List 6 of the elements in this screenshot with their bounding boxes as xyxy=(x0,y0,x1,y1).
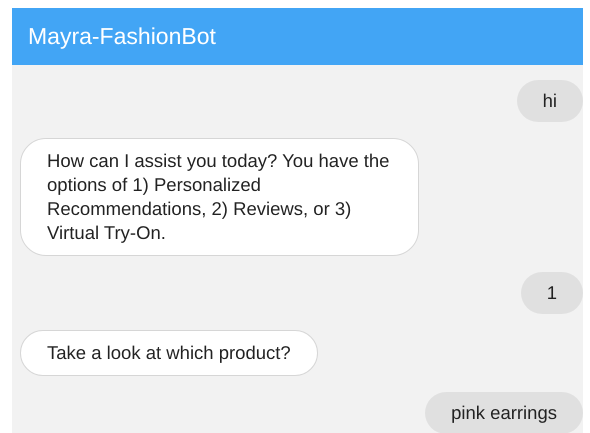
user-message: 1 xyxy=(520,272,583,314)
bot-message: Take a look at which product? xyxy=(20,330,318,376)
user-message: hi xyxy=(516,80,583,122)
user-message: pink earrings xyxy=(425,392,583,433)
chat-title: Mayra-FashionBot xyxy=(12,8,583,65)
bot-message: How can I assist you today? You have the options of 1) Personalized Recommendations, 2) Reviews, or 3) Virtual Try-On. xyxy=(20,138,419,256)
